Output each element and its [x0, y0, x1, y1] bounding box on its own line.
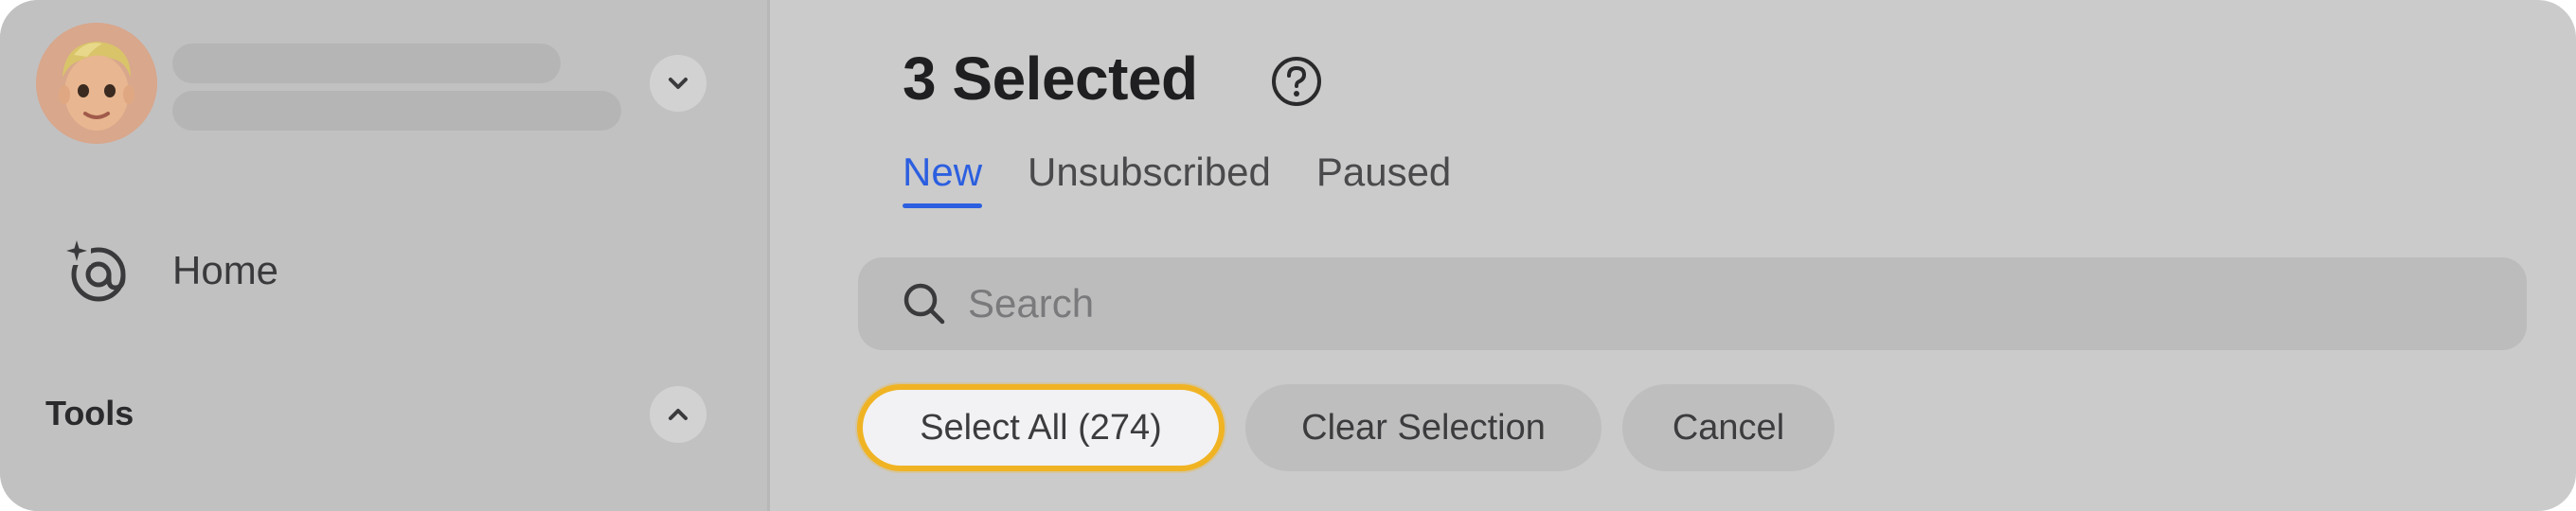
- page-title: 3 Selected: [903, 44, 1198, 113]
- account-email-placeholder: [172, 91, 621, 131]
- cancel-button[interactable]: Cancel: [1622, 384, 1834, 471]
- sidebar-section-tools: Tools: [45, 394, 134, 432]
- account-menu-button[interactable]: [650, 55, 707, 112]
- tab-unsubscribed[interactable]: Unsubscribed: [1028, 150, 1271, 208]
- search-icon: [903, 283, 945, 325]
- at-sparkle-icon: [57, 231, 136, 310]
- select-all-button[interactable]: Select All (274): [857, 384, 1225, 471]
- search-input[interactable]: [966, 270, 2527, 338]
- sidebar-item-home[interactable]: Home: [57, 225, 720, 316]
- avatar-image: [36, 23, 157, 144]
- app-window: Home Tools 3 Selected New Unsubscribed P…: [0, 0, 2576, 511]
- selection-actions: Select All (274) Clear Selection Cancel: [857, 384, 1834, 471]
- tab-new[interactable]: New: [903, 150, 983, 208]
- main-panel: 3 Selected New Unsubscribed Paused Selec…: [770, 0, 2576, 511]
- chevron-down-icon: [669, 78, 688, 89]
- sidebar: Home Tools: [0, 0, 770, 511]
- chevron-up-icon: [669, 409, 688, 420]
- avatar[interactable]: [36, 23, 157, 144]
- search-bar[interactable]: [858, 257, 2527, 350]
- account-name-placeholder: [172, 44, 561, 83]
- tab-bar: New Unsubscribed Paused: [903, 150, 1451, 208]
- tab-paused[interactable]: Paused: [1316, 150, 1451, 208]
- clear-selection-button[interactable]: Clear Selection: [1245, 384, 1601, 471]
- help-icon[interactable]: [1270, 55, 1323, 108]
- tools-collapse-button[interactable]: [650, 386, 707, 443]
- sidebar-item-label: Home: [172, 248, 279, 292]
